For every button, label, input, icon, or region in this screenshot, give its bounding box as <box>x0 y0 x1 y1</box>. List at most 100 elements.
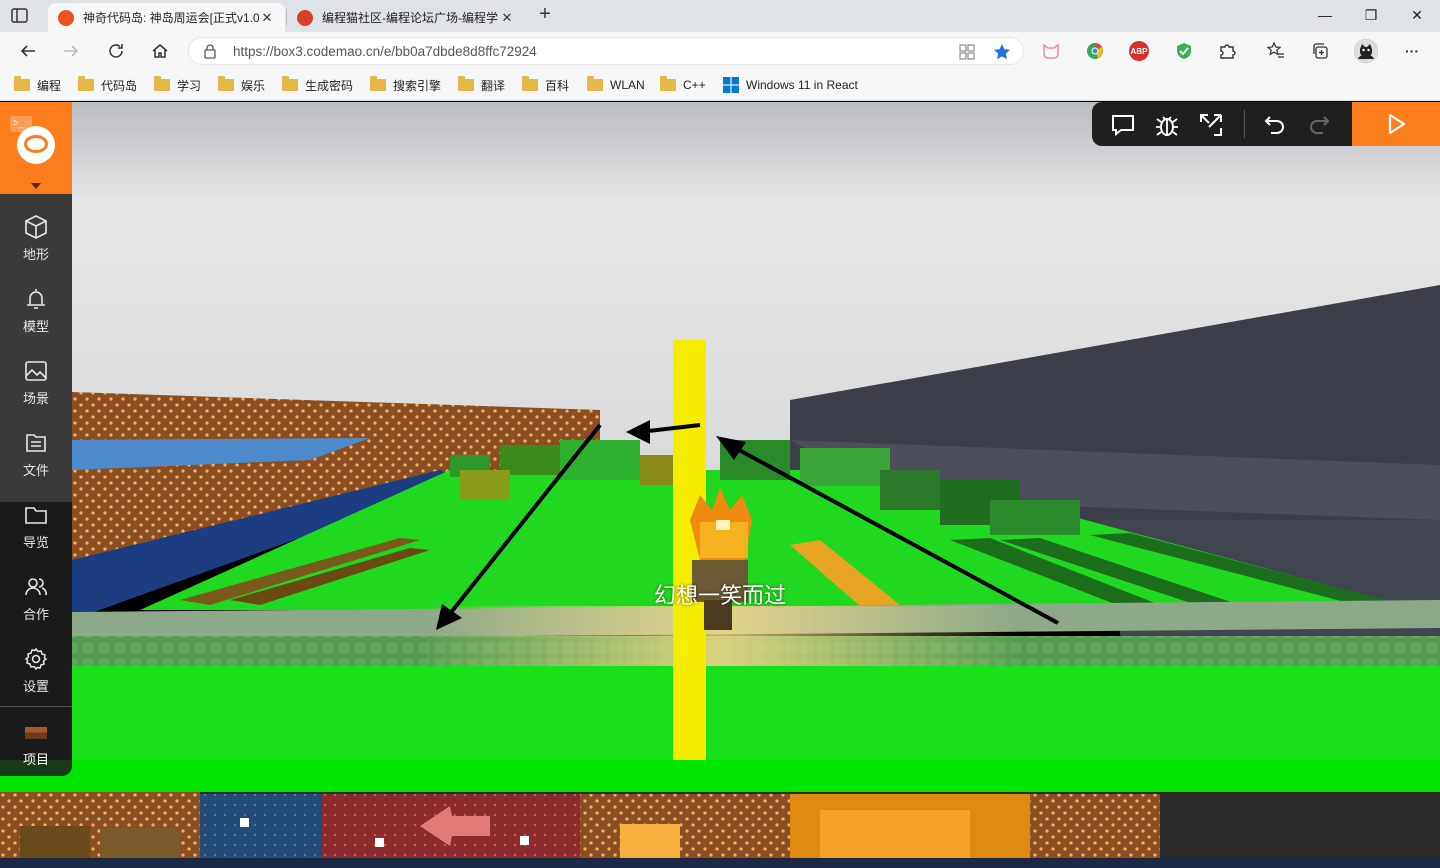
codemao-community-favicon <box>297 9 313 26</box>
bookmark-folder[interactable]: 编程 <box>14 76 61 94</box>
favorites-icon[interactable] <box>1266 41 1286 61</box>
browser-tab-bar: 神奇代码岛: 神岛周运会[正式v1.0 ✕ 编程猫社区-编程论坛广场-编程学 ✕… <box>0 0 1440 32</box>
bookmark-folder[interactable]: 娱乐 <box>218 76 265 94</box>
game-viewport[interactable]: 幻想一笑而过 <box>0 102 1440 868</box>
image-icon <box>25 361 47 381</box>
maximize-button[interactable]: ❐ <box>1348 4 1394 26</box>
collections-icon[interactable] <box>1310 41 1330 61</box>
undo-icon <box>1264 116 1284 134</box>
profile-avatar[interactable] <box>1354 39 1378 63</box>
folder-icon <box>660 76 676 91</box>
folder-icon <box>522 76 538 91</box>
sidebar-item-label: 模型 <box>22 319 49 334</box>
sidebar-item-guide[interactable]: 导览 <box>0 494 72 560</box>
folder-icon <box>25 507 47 524</box>
folder-icon <box>282 76 298 91</box>
shield-check-icon[interactable] <box>1174 41 1194 61</box>
comment-button[interactable] <box>1110 112 1136 138</box>
chrome-extension-icon[interactable] <box>1085 41 1105 61</box>
forward-button[interactable] <box>58 38 84 64</box>
gear-icon <box>24 647 48 671</box>
sidebar-item-label: 文件 <box>22 463 49 478</box>
caret-down-icon <box>31 183 41 189</box>
bookmark-folder[interactable]: 百科 <box>522 76 569 94</box>
bookmark-folder[interactable]: 搜索引擎 <box>370 76 441 94</box>
folder-icon <box>370 76 386 91</box>
bookmark-folder[interactable]: WLAN <box>587 76 645 94</box>
refresh-icon <box>109 44 123 58</box>
sidebar-item-label: 地形 <box>22 247 49 262</box>
sidebar-item-terrain[interactable]: 地形 <box>0 206 72 272</box>
sidebar-item-model[interactable]: 模型 <box>0 278 72 344</box>
sidebar-item-label: 导览 <box>22 535 49 550</box>
back-arrow-icon <box>20 45 35 57</box>
folder-icon <box>14 76 30 91</box>
cube-icon <box>25 215 47 239</box>
sidebar-item-scene[interactable]: 场景 <box>0 350 72 416</box>
sidebar-item-settings[interactable]: 设置 <box>0 638 72 704</box>
redo-button[interactable] <box>1306 112 1332 138</box>
os-taskbar-edge <box>0 858 1440 868</box>
file-icon <box>26 434 46 452</box>
bookmarks-bar: 编程 代码岛 学习 娱乐 生成密码 搜索引擎 翻译 百科 WLAN C++ Wi… <box>0 70 1440 101</box>
folder-icon <box>458 76 474 91</box>
sidebar-item-label: 场景 <box>22 391 49 406</box>
extensions-puzzle-icon[interactable] <box>1217 41 1237 61</box>
logo-swirl <box>24 135 48 153</box>
app-available-icon[interactable] <box>959 44 975 63</box>
player-name-tag: 幻想一笑而过 <box>653 584 786 609</box>
bookmark-folder[interactable]: 学习 <box>154 76 201 94</box>
cat-extension-icon[interactable] <box>1041 41 1061 61</box>
close-window-button[interactable]: ✕ <box>1394 4 1440 26</box>
tab-close-icon[interactable]: ✕ <box>499 10 515 26</box>
folder-icon <box>154 76 170 91</box>
tab-codemao-island[interactable]: 神奇代码岛: 神岛周运会[正式v1.0 ✕ <box>48 3 285 32</box>
debug-button[interactable] <box>1154 112 1180 138</box>
expand-icon <box>1200 114 1222 136</box>
tab-codemao-community[interactable]: 编程猫社区-编程论坛广场-编程学 ✕ <box>287 3 525 32</box>
bookmark-folder[interactable]: 翻译 <box>458 76 505 94</box>
favorite-star-icon[interactable] <box>993 43 1011 64</box>
tab-actions-icon[interactable] <box>10 7 30 25</box>
sidebar-item-file[interactable]: 文件 <box>0 422 72 488</box>
bug-icon <box>1156 116 1178 136</box>
users-icon <box>25 578 47 596</box>
sidebar-item-project[interactable]: 项目 <box>0 706 72 776</box>
more-menu-icon[interactable]: ··· <box>1402 41 1422 61</box>
editor-sidebar: >_ 地形 模型 场景 文件 导览 合作 设置 项目 <box>0 102 72 776</box>
sidebar-item-label: 设置 <box>22 679 49 694</box>
redo-icon <box>1310 116 1330 134</box>
codemao-logo-button[interactable]: >_ <box>0 102 72 194</box>
adblock-icon[interactable]: ABP <box>1129 41 1149 61</box>
fullscreen-button[interactable] <box>1198 112 1224 138</box>
codemao-island-favicon <box>58 9 74 26</box>
bookmark-folder[interactable]: C++ <box>660 76 706 94</box>
lock-icon[interactable] <box>203 44 217 62</box>
tab-title: 编程猫社区-编程论坛广场-编程学 <box>322 11 498 25</box>
tab-title: 神奇代码岛: 神岛周运会[正式v1.0 <box>83 11 259 25</box>
undo-button[interactable] <box>1262 112 1288 138</box>
tab-close-icon[interactable]: ✕ <box>259 10 275 26</box>
sidebar-item-label: 项目 <box>22 752 49 767</box>
refresh-button[interactable] <box>103 38 129 64</box>
minimize-button[interactable]: — <box>1302 4 1348 26</box>
sidebar-item-collab[interactable]: 合作 <box>0 566 72 632</box>
address-bar[interactable]: https://box3.codemao.cn/e/bb0a7dbde8d8ff… <box>188 37 1024 65</box>
url-text: https://box3.codemao.cn/e/bb0a7dbde8d8ff… <box>233 44 537 59</box>
folder-icon <box>218 76 234 91</box>
bookmark-folder[interactable]: 生成密码 <box>282 76 353 94</box>
home-button[interactable] <box>147 38 173 64</box>
windows-logo-icon <box>723 77 739 93</box>
browser-toolbar: https://box3.codemao.cn/e/bb0a7dbde8d8ff… <box>0 32 1440 70</box>
forward-arrow-icon <box>64 45 79 57</box>
new-tab-button[interactable]: + <box>534 4 556 26</box>
play-icon <box>1388 113 1406 135</box>
bookmark-folder[interactable]: 代码岛 <box>78 76 137 94</box>
bookmark-link[interactable]: Windows 11 in React <box>723 76 858 94</box>
run-button[interactable] <box>1352 102 1440 146</box>
back-button[interactable] <box>15 38 41 64</box>
comment-icon <box>1112 115 1134 137</box>
folder-icon <box>587 76 603 91</box>
game-scene[interactable] <box>0 102 1440 868</box>
home-icon <box>152 44 168 58</box>
